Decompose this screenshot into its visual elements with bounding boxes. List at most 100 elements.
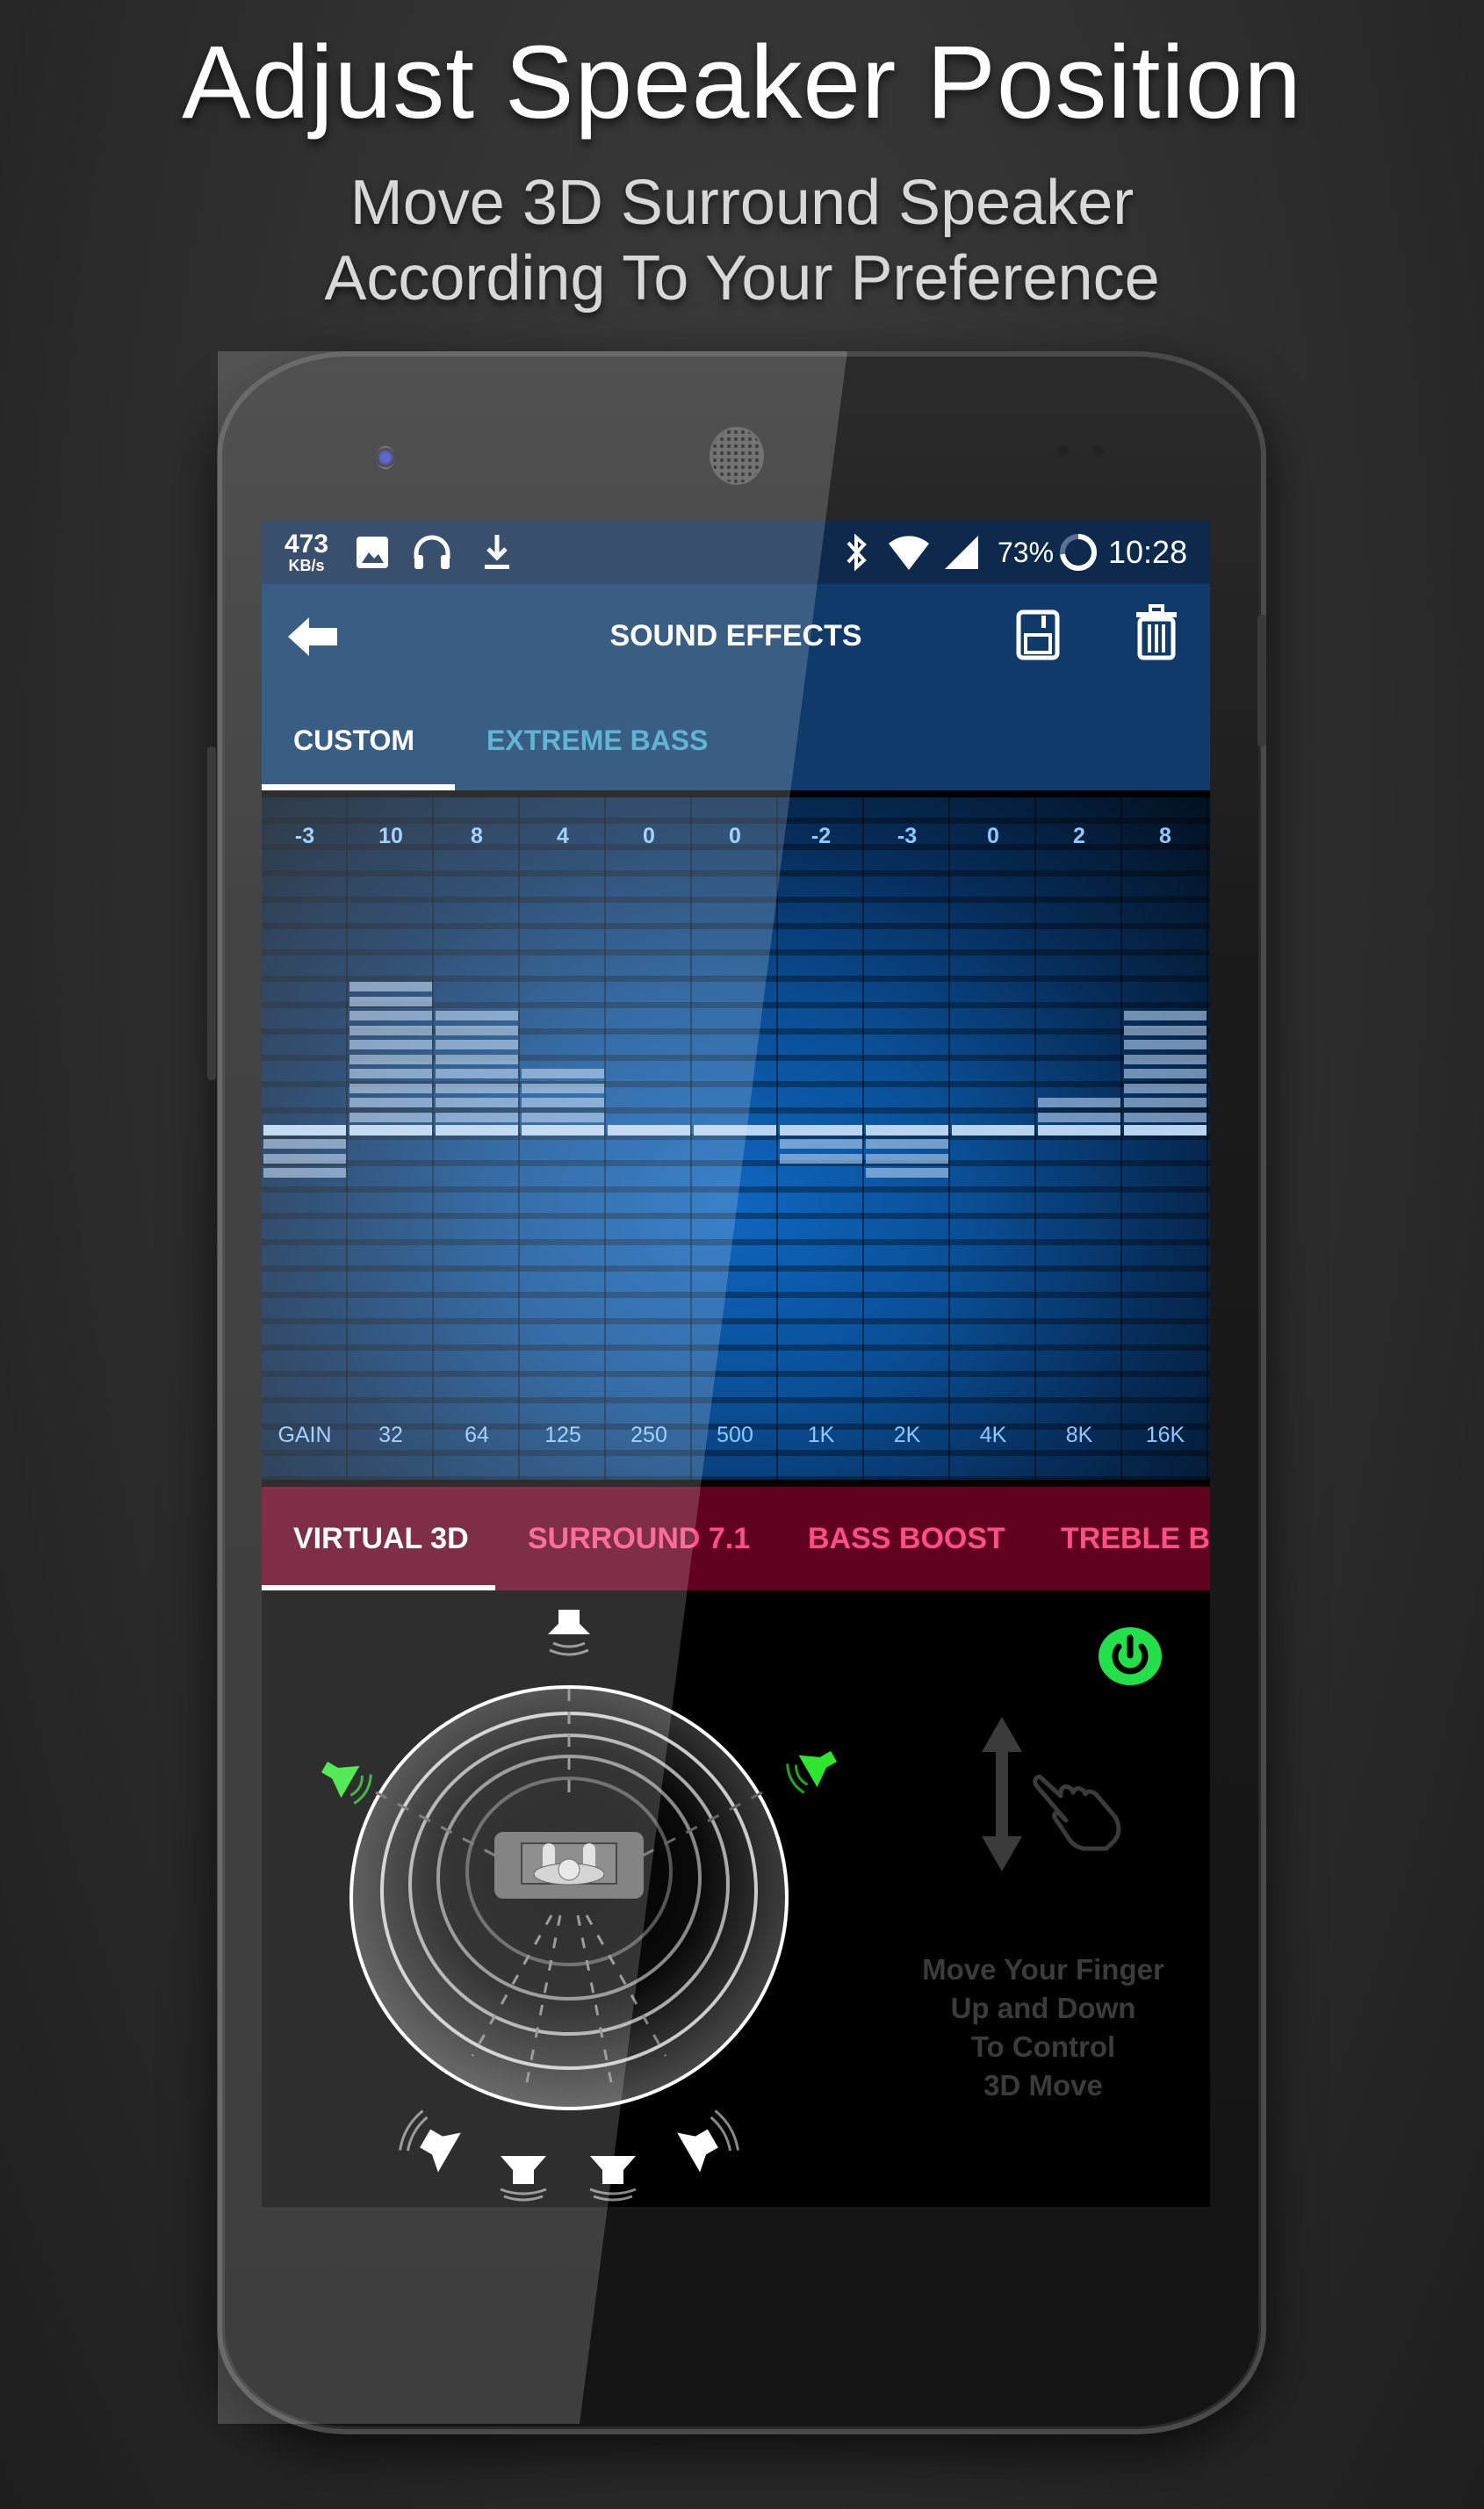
eq-band-value: 0	[729, 824, 741, 848]
speaker-rear-left-icon[interactable]	[396, 2109, 461, 2173]
tab-virtual-3d[interactable]: VIRTUAL 3D	[293, 1522, 469, 1556]
promo-subline-1: Move 3D Surround Speaker	[349, 168, 1135, 238]
eq-level-segment	[436, 1011, 518, 1020]
eq-level-segment	[1124, 1011, 1207, 1020]
save-button[interactable]	[1015, 609, 1064, 665]
page-title: SOUND EFFECTS	[609, 619, 862, 652]
bluetooth-icon	[843, 521, 869, 584]
eq-level-segment	[1124, 1025, 1207, 1035]
earpiece-speaker	[710, 427, 764, 485]
tab-bass-boost[interactable]: BASS BOOST	[808, 1522, 1005, 1556]
speaker-front-right-icon[interactable]	[782, 1741, 843, 1797]
eq-level-segment	[522, 1069, 604, 1078]
speaker-front-left-icon[interactable]	[315, 1751, 376, 1807]
tab-custom[interactable]: CUSTOM	[293, 725, 414, 757]
eq-band-label: 125	[544, 1423, 581, 1447]
eq-band-value: 0	[643, 824, 655, 848]
eq-level-segment	[349, 1025, 432, 1035]
download-icon	[481, 521, 513, 584]
listener-sofa-icon	[494, 1832, 644, 1899]
eq-level-segment	[1124, 1098, 1207, 1107]
eq-band-label: 2K	[893, 1423, 921, 1447]
hint-text: Move Your Finger Up and Down To Control …	[894, 1950, 1192, 2105]
eq-level-segment	[349, 1054, 432, 1064]
eq-band-handle[interactable]	[866, 1125, 948, 1136]
eq-level-segment	[436, 1025, 518, 1035]
save-icon	[1016, 609, 1060, 660]
eq-band-value: 8	[1159, 824, 1171, 848]
eq-level-segment	[436, 1040, 518, 1049]
eq-band-handle[interactable]	[1124, 1125, 1207, 1136]
up-down-arrow-icon	[982, 1717, 1022, 1871]
eq-band-label: 8K	[1065, 1423, 1093, 1447]
eq-band-label: 4K	[979, 1423, 1007, 1447]
eq-level-segment	[780, 1139, 862, 1149]
net-speed-unit: KB/s	[288, 557, 325, 574]
eq-level-segment	[349, 1112, 432, 1122]
delete-button[interactable]	[1133, 603, 1182, 665]
eq-level-segment	[436, 1083, 518, 1093]
eq-level-segment	[349, 1040, 432, 1049]
tab-extreme-bass[interactable]: EXTREME BASS	[486, 725, 708, 757]
image-icon	[355, 521, 390, 584]
light-sensor	[1093, 446, 1104, 457]
front-camera	[376, 446, 395, 469]
eq-band-handle[interactable]	[522, 1125, 604, 1136]
eq-band-label: 32	[378, 1423, 403, 1447]
eq-band-handle[interactable]	[263, 1125, 346, 1136]
eq-band-handle[interactable]	[608, 1125, 690, 1136]
eq-band-value: -3	[294, 824, 315, 848]
eq-level-segment	[436, 1069, 518, 1078]
eq-band-value: 4	[557, 824, 569, 848]
preset-tabs: CUSTOM EXTREME BASS	[262, 689, 1210, 790]
volume-side-button	[1257, 615, 1266, 746]
virtual-3d-panel: Move Your Finger Up and Down To Control …	[262, 1590, 1210, 2207]
eq-band-handle[interactable]	[780, 1125, 862, 1136]
hand-swipe-icon	[1033, 1774, 1121, 1851]
eq-band-label: 1K	[807, 1423, 835, 1447]
promo-subline-2: According To Your Preference	[324, 243, 1160, 314]
power-toggle-button[interactable]	[1098, 1626, 1163, 1687]
phone-screen: 473 KB/s 73% 10:28 SOUND EFFECTS CUSTOM …	[262, 521, 1210, 2207]
eq-band-handle[interactable]	[952, 1125, 1034, 1136]
eq-level-segment	[522, 1112, 604, 1122]
eq-level-segment	[866, 1168, 948, 1178]
eq-band-label: 16K	[1145, 1423, 1185, 1447]
eq-level-segment	[263, 1139, 346, 1149]
trash-icon	[1136, 604, 1177, 660]
signal-icon	[943, 521, 980, 584]
eq-band-handle[interactable]	[694, 1125, 776, 1136]
tab-surround-71[interactable]: SURROUND 7.1	[528, 1522, 750, 1556]
eq-level-segment	[1124, 1112, 1207, 1122]
speaker-center-icon[interactable]	[548, 1610, 590, 1656]
eq-level-segment	[349, 996, 432, 1006]
eq-level-segment	[1124, 1069, 1207, 1078]
eq-level-segment	[866, 1139, 948, 1149]
active-tab-indicator	[262, 784, 455, 790]
eq-level-segment	[866, 1153, 948, 1164]
eq-band-handle[interactable]	[436, 1125, 518, 1136]
speaker-rear-right-icon[interactable]	[677, 2109, 742, 2173]
speaker-rear-center-right-icon[interactable]	[589, 2156, 637, 2202]
eq-level-segment	[349, 1011, 432, 1020]
eq-level-segment	[263, 1153, 346, 1164]
speaker-stage[interactable]	[262, 1590, 876, 2207]
eq-band-handle[interactable]	[349, 1125, 432, 1136]
eq-grid	[262, 797, 1210, 1480]
hint-line: To Control	[970, 2030, 1116, 2063]
power-icon	[1099, 1627, 1162, 1685]
eq-level-segment	[522, 1098, 604, 1107]
tab-treble-boost[interactable]: TREBLE BOOST	[1061, 1522, 1210, 1556]
eq-band-value: -3	[897, 824, 918, 848]
eq-level-segment	[1038, 1098, 1120, 1107]
toolbar: SOUND EFFECTS	[262, 584, 1210, 689]
speaker-rear-center-left-icon[interactable]	[500, 2156, 547, 2202]
equalizer[interactable]: -3 GAIN 10 32 8 64 4 125 0 250 0 500 -2 1K -3 2K 0 4K 2 8K 8…	[262, 797, 1210, 1480]
hint-line: Move Your Finger	[922, 1953, 1164, 1986]
eq-level-segment	[780, 1153, 862, 1164]
eq-band-handle[interactable]	[1038, 1125, 1120, 1136]
eq-level-segment	[1124, 1040, 1207, 1049]
battery-percent: 73%	[998, 536, 1055, 568]
wifi-icon	[887, 521, 931, 584]
headphones-icon	[411, 521, 453, 584]
